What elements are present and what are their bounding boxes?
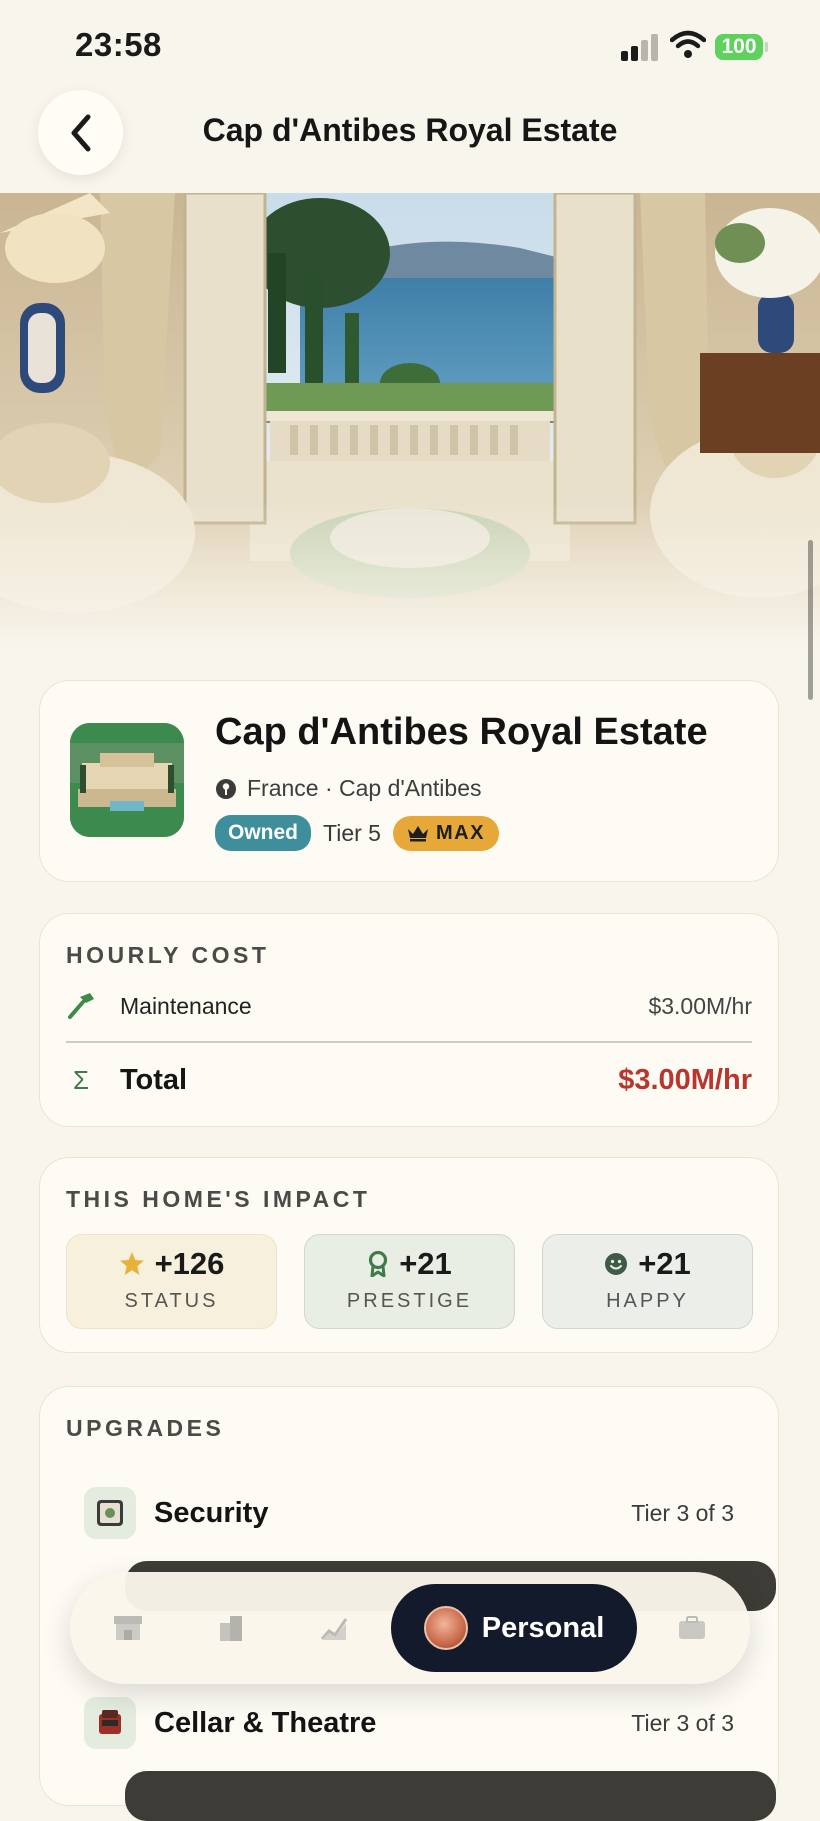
impact-heading: THIS HOME'S IMPACT bbox=[66, 1186, 371, 1212]
star-icon bbox=[119, 1252, 144, 1275]
owned-badge: Owned bbox=[215, 815, 312, 851]
status-time: 23:58 bbox=[75, 26, 162, 63]
status-stat: +126 STATUS bbox=[66, 1234, 277, 1329]
upgrade-tier-cellar: Tier 3 of 3 bbox=[631, 1709, 734, 1736]
scroll-indicator[interactable] bbox=[808, 540, 813, 700]
prestige-label: PRESTIGE bbox=[346, 1290, 473, 1312]
total-row: Σ Total $3.00M/hr bbox=[66, 1058, 752, 1102]
prestige-stat: +21 PRESTIGE bbox=[304, 1234, 515, 1329]
wifi-icon bbox=[670, 30, 706, 58]
property-name: Cap d'Antibes Royal Estate bbox=[215, 711, 708, 753]
max-badge: MAX bbox=[392, 815, 499, 851]
total-label: Total bbox=[120, 1063, 188, 1096]
prestige-value: +21 bbox=[399, 1246, 452, 1281]
tab-store[interactable] bbox=[108, 1608, 148, 1648]
happy-value: +21 bbox=[638, 1246, 691, 1281]
nav-header: Cap d'Antibes Royal Estate bbox=[0, 84, 820, 192]
property-location: France · Cap d'Antibes bbox=[215, 775, 482, 802]
maintenance-label: Maintenance bbox=[120, 992, 252, 1019]
status-bar: 23:58 100 bbox=[0, 0, 820, 92]
upgrade-row-cellar[interactable]: Cellar & Theatre Tier 3 of 3 bbox=[84, 1693, 734, 1753]
theatre-icon bbox=[84, 1697, 136, 1749]
upgrade-name-security: Security bbox=[154, 1496, 269, 1529]
ribbon-icon bbox=[369, 1251, 388, 1277]
tier-label: Tier 5 bbox=[323, 819, 381, 846]
tab-markets[interactable] bbox=[314, 1608, 354, 1648]
tab-personal-label: Personal bbox=[481, 1611, 605, 1644]
maintenance-row: Maintenance $3.00M/hr bbox=[66, 986, 752, 1026]
store-icon bbox=[114, 1616, 142, 1640]
smiley-icon bbox=[605, 1253, 628, 1275]
happy-label: HAPPY bbox=[606, 1290, 689, 1312]
status-label: STATUS bbox=[124, 1290, 219, 1312]
upgrade-button-cellar[interactable] bbox=[125, 1771, 776, 1821]
hourly-cost-card: HOURLY COST Maintenance $3.00M/hr Σ Tota… bbox=[39, 913, 779, 1127]
upgrade-tier-security: Tier 3 of 3 bbox=[631, 1499, 734, 1526]
tab-buildings[interactable] bbox=[211, 1608, 251, 1648]
tab-personal[interactable]: Personal bbox=[391, 1584, 637, 1672]
home-impact-card: THIS HOME'S IMPACT +126 STATUS +21 PREST… bbox=[39, 1157, 779, 1353]
maintenance-value: $3.00M/hr bbox=[648, 992, 752, 1019]
property-badges: Owned Tier 5 MAX bbox=[215, 815, 499, 851]
property-thumbnail bbox=[70, 723, 184, 837]
total-value: $3.00M/hr bbox=[618, 1063, 752, 1096]
property-hero-image bbox=[0, 193, 820, 648]
safe-icon bbox=[84, 1487, 136, 1539]
bottom-tab-bar: Personal bbox=[70, 1572, 750, 1684]
chart-icon bbox=[320, 1618, 348, 1640]
hammer-icon bbox=[66, 991, 96, 1021]
avatar-icon bbox=[423, 1606, 468, 1650]
briefcase-icon bbox=[679, 1616, 705, 1639]
crown-icon bbox=[407, 826, 428, 842]
hourly-cost-heading: HOURLY COST bbox=[66, 942, 270, 968]
property-summary-card: Cap d'Antibes Royal Estate France · Cap … bbox=[39, 680, 779, 882]
upgrade-row-security[interactable]: Security Tier 3 of 3 bbox=[84, 1483, 734, 1543]
battery-indicator: 100 bbox=[715, 34, 763, 60]
signal-icon bbox=[621, 33, 659, 61]
battery-tip bbox=[765, 42, 768, 52]
max-badge-label: MAX bbox=[435, 821, 485, 844]
sigma-icon: Σ bbox=[72, 1064, 90, 1095]
page-title: Cap d'Antibes Royal Estate bbox=[202, 112, 618, 148]
happy-stat: +21 HAPPY bbox=[542, 1234, 753, 1329]
buildings-icon bbox=[220, 1616, 242, 1641]
upgrades-heading: UPGRADES bbox=[66, 1415, 225, 1441]
property-location-text: France · Cap d'Antibes bbox=[247, 775, 482, 801]
upgrade-name-cellar: Cellar & Theatre bbox=[154, 1706, 377, 1739]
status-value: +126 bbox=[154, 1246, 225, 1281]
location-pin-icon bbox=[216, 778, 236, 799]
cost-divider bbox=[66, 1041, 752, 1043]
tab-business[interactable] bbox=[672, 1608, 712, 1648]
